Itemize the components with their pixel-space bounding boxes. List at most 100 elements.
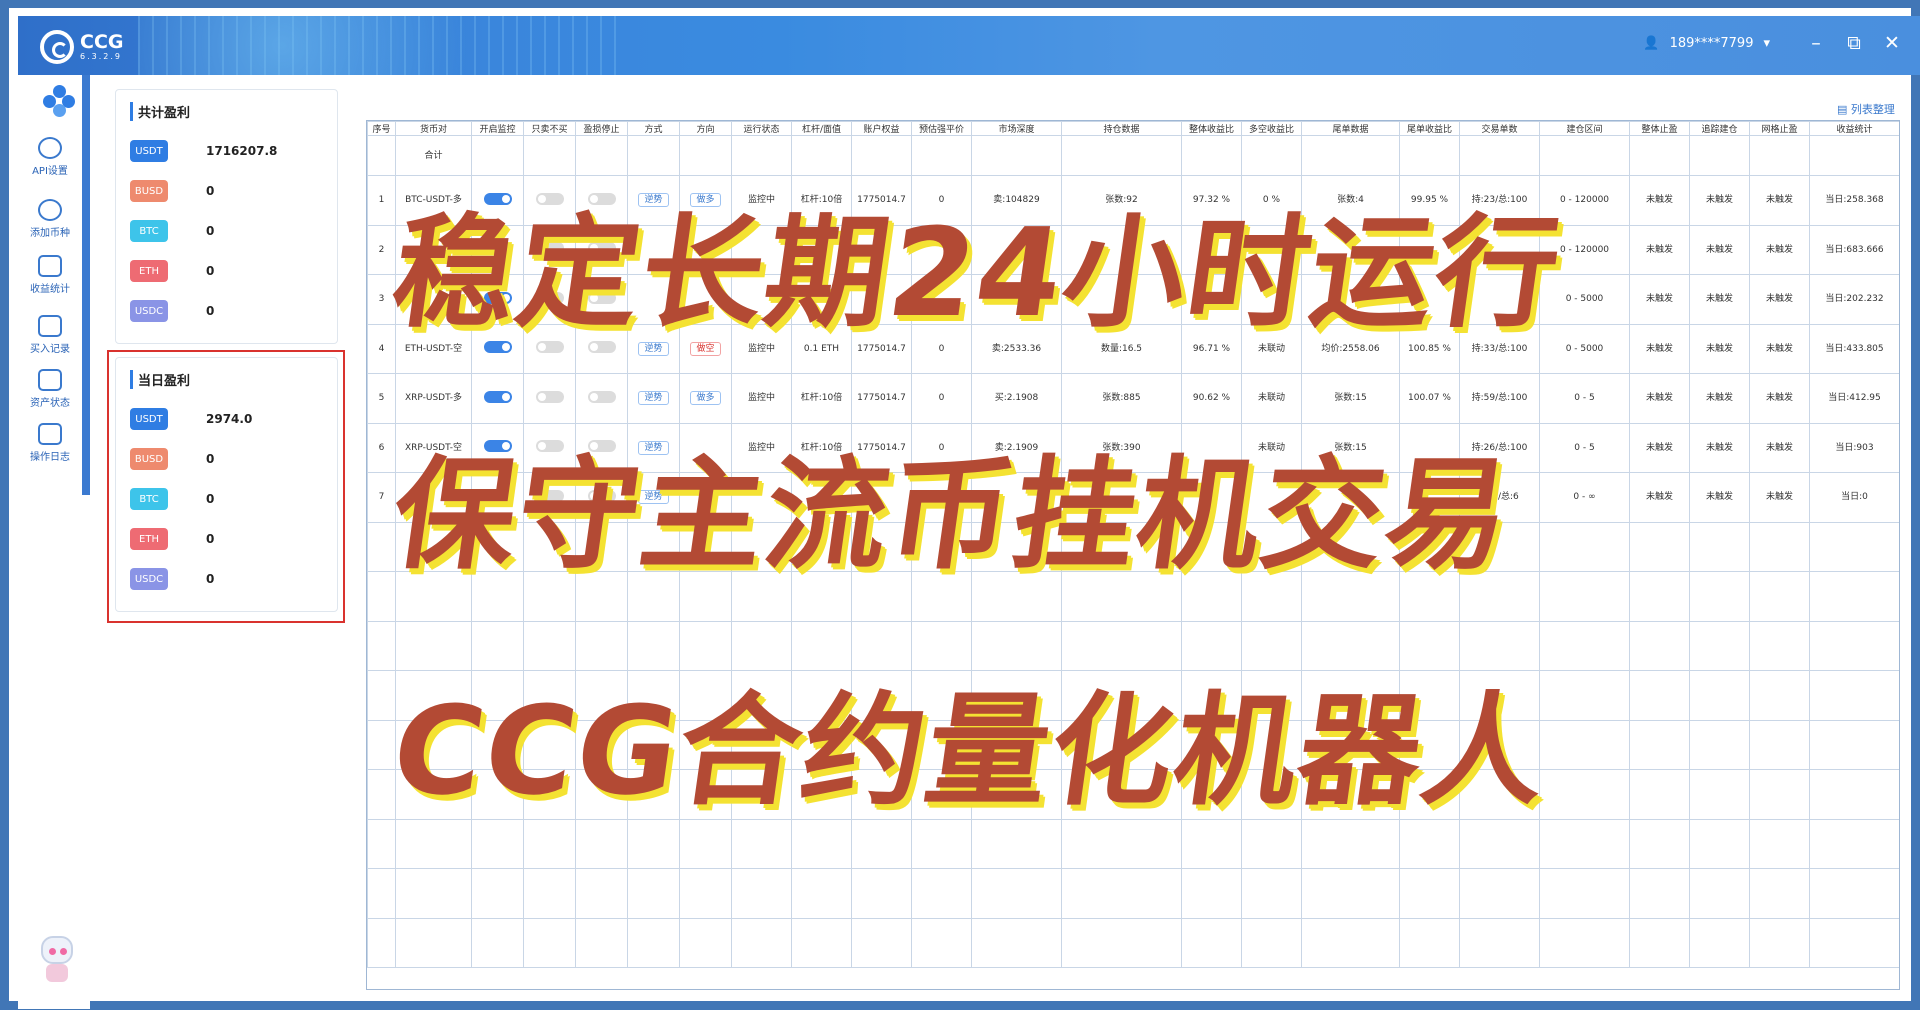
table-cell: 5 <box>367 373 396 424</box>
column-header: 市场深度 <box>971 121 1062 136</box>
table-header: 序号 货币对 开启监控 只卖不买 盈损停止 方式 方向 运行状态 杠杆/面值 账户权益 预估强平价市… <box>367 121 1899 136</box>
column-header: 货币对 <box>395 121 472 136</box>
close-icon[interactable]: ✕ <box>1882 32 1902 54</box>
table-cell: 未触发 <box>1689 323 1750 374</box>
table-cell: 1775014.7 <box>851 373 912 424</box>
coin-badge: BUSD <box>130 448 168 470</box>
table-cell: 100.07 % <box>1399 373 1460 424</box>
profit-row: USDT 1716207.8 <box>130 131 323 171</box>
table-cell: 未触发 <box>1629 323 1690 374</box>
column-header: 多空收益比 <box>1241 121 1302 136</box>
app-window: CCG 6.3.2.9 👤 189****7799 ▾ – ⧉ ✕ API设置 … <box>0 0 1920 1010</box>
table-cell: 当日:412.95 <box>1809 373 1899 424</box>
sidebar-item-label: 添加币种 <box>30 228 70 239</box>
column-header: 方向 <box>679 121 732 136</box>
overlay-line-3: CCG合约量化机器人 <box>384 680 1558 822</box>
add-coin-icon <box>38 199 62 221</box>
column-header: 建仓区间 <box>1539 121 1630 136</box>
sidebar-item-api[interactable]: API设置 <box>18 137 82 177</box>
logo-icon <box>40 30 74 64</box>
coin-badge: BUSD <box>130 180 168 202</box>
table-cell: 未触发 <box>1689 175 1750 226</box>
list-organize-button[interactable]: ▤ 列表整理 <box>1837 101 1895 117</box>
log-icon <box>38 423 62 445</box>
table-cell: XRP-USDT-多 <box>395 373 472 424</box>
column-header: 持仓数据 <box>1061 121 1182 136</box>
column-header: 预估强平价 <box>911 121 972 136</box>
coin-badge: USDT <box>130 408 168 430</box>
column-header: 收益统计 <box>1809 121 1899 136</box>
coin-badge: USDC <box>130 568 168 590</box>
table-cell: 未触发 <box>1749 175 1810 226</box>
sidebar-item-buy-records[interactable]: 买入记录 <box>18 315 82 355</box>
sidebar-item-label: 操作日志 <box>30 452 70 463</box>
wallet-icon <box>38 369 62 391</box>
sum-label: 合计 <box>395 135 472 176</box>
column-header: 方式 <box>627 121 680 136</box>
sidebar: API设置 添加币种 收益统计 买入记录 资产状态 操作日志 <box>18 75 90 1009</box>
user-phone: 189****7799 <box>1669 36 1754 51</box>
title-bar: CCG 6.3.2.9 👤 189****7799 ▾ – ⧉ ✕ <box>18 16 1920 75</box>
table-cell: 未联动 <box>1241 373 1302 424</box>
app-name: CCG <box>80 31 124 53</box>
table-cell: 张数:15 <box>1301 373 1400 424</box>
sidebar-item-stats[interactable]: 收益统计 <box>18 255 82 295</box>
table-cell: 7 <box>367 472 396 523</box>
column-header: 开启监控 <box>471 121 524 136</box>
column-header: 只卖不买 <box>523 121 576 136</box>
sidebar-item-label: 资产状态 <box>30 398 70 409</box>
sidebar-item-assets[interactable]: 资产状态 <box>18 369 82 409</box>
column-header: 盈损停止 <box>575 121 628 136</box>
table-cell: 当日:433.805 <box>1809 323 1899 374</box>
sell-only-toggle[interactable] <box>535 390 564 403</box>
table-cell: 未触发 <box>1749 472 1810 523</box>
table-cell: 未触发 <box>1749 224 1810 275</box>
profit-value: 1716207.8 <box>206 144 278 158</box>
table-cell: 当日:903 <box>1809 422 1899 473</box>
user-menu[interactable]: 👤 189****7799 ▾ <box>1643 36 1770 51</box>
table-cell: 0 - 5000 <box>1539 323 1630 374</box>
coin-badge: USDT <box>130 140 168 162</box>
table-cell: 张数:885 <box>1061 373 1182 424</box>
table-cell: 90.62 % <box>1181 373 1242 424</box>
stop-loss-toggle[interactable] <box>587 390 616 403</box>
table-cell: 买:2.1908 <box>971 373 1062 424</box>
column-header: 尾单收益比 <box>1399 121 1460 136</box>
table-cell: 1 <box>367 175 396 226</box>
table-cell: 未触发 <box>1629 175 1690 226</box>
column-header: 交易单数 <box>1459 121 1540 136</box>
table-cell: 未触发 <box>1749 323 1810 374</box>
app-version: 6.3.2.9 <box>80 52 122 61</box>
title-decoration <box>138 16 618 75</box>
coin-badge: BTC <box>130 220 168 242</box>
sidebar-item-label: 买入记录 <box>30 344 70 355</box>
table-cell: 未触发 <box>1689 373 1750 424</box>
minimize-icon[interactable]: – <box>1806 32 1826 54</box>
table-cell: 0 - ∞ <box>1539 472 1630 523</box>
overlay-line-1: 稳定长期24小时运行 <box>384 202 1570 344</box>
monitor-toggle[interactable] <box>483 390 512 403</box>
profit-value: 0 <box>206 224 215 238</box>
coin-badge: ETH <box>130 528 168 550</box>
table-cell: 未触发 <box>1749 422 1810 473</box>
table-cell: 未触发 <box>1749 274 1810 325</box>
profit-value: 0 <box>206 492 215 506</box>
total-profit-panel: 共计盈利 USDT 1716207.8 BUSD 0 BTC 0 ETH 0 USDC 0 <box>115 89 338 344</box>
direction-chip[interactable]: 做多 <box>690 391 721 406</box>
maximize-icon[interactable]: ⧉ <box>1844 32 1864 54</box>
column-header: 杠杆/面值 <box>791 121 852 136</box>
sidebar-item-logs[interactable]: 操作日志 <box>18 423 82 463</box>
table-row[interactable]: 5 XRP-USDT-多 逆势 做多 监控中 杠杆:10倍 1775014.7 0 买:2.19… <box>367 373 1899 424</box>
mode-chip[interactable]: 逆势 <box>638 391 669 406</box>
list-icon: ▤ <box>1837 103 1851 116</box>
table-row-empty <box>367 620 1899 671</box>
table-cell: 未触发 <box>1629 373 1690 424</box>
sidebar-edge <box>82 75 90 495</box>
coin-badge: USDC <box>130 300 168 322</box>
robot-mascot-icon[interactable] <box>32 930 82 984</box>
sidebar-item-add-coin[interactable]: 添加币种 <box>18 199 82 239</box>
table-cell: 未触发 <box>1629 472 1690 523</box>
profit-value: 0 <box>206 452 215 466</box>
user-icon: 👤 <box>1643 36 1660 51</box>
table-cell: 0 <box>911 373 972 424</box>
